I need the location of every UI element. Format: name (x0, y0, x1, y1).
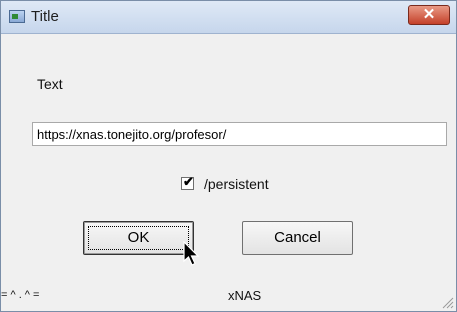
url-input[interactable] (32, 122, 447, 146)
prompt-label: Text (37, 76, 63, 92)
title-bar[interactable]: Title ✕ (1, 1, 456, 34)
dialog-window: Title ✕ Text ✔ /persistent OK Cancel = ^… (0, 0, 457, 312)
persistent-checkbox[interactable]: ✔ (181, 174, 194, 190)
window-title: Title (31, 8, 59, 25)
close-button[interactable]: ✕ (408, 5, 450, 25)
persistent-checkbox-label[interactable]: /persistent (204, 176, 269, 192)
app-window-icon (9, 10, 25, 23)
focus-rectangle (88, 226, 189, 250)
close-icon: ✕ (422, 6, 436, 23)
mouse-cursor-icon (183, 241, 200, 266)
status-right-text: xNAS (228, 288, 262, 303)
cancel-button-label: Cancel (274, 229, 321, 246)
cancel-button[interactable]: Cancel (242, 221, 353, 255)
resize-grip-icon[interactable] (440, 295, 454, 309)
check-icon: ✔ (183, 174, 194, 189)
status-left-text: = ^ . ^ = (1, 289, 40, 301)
ok-button[interactable]: OK (83, 221, 194, 255)
